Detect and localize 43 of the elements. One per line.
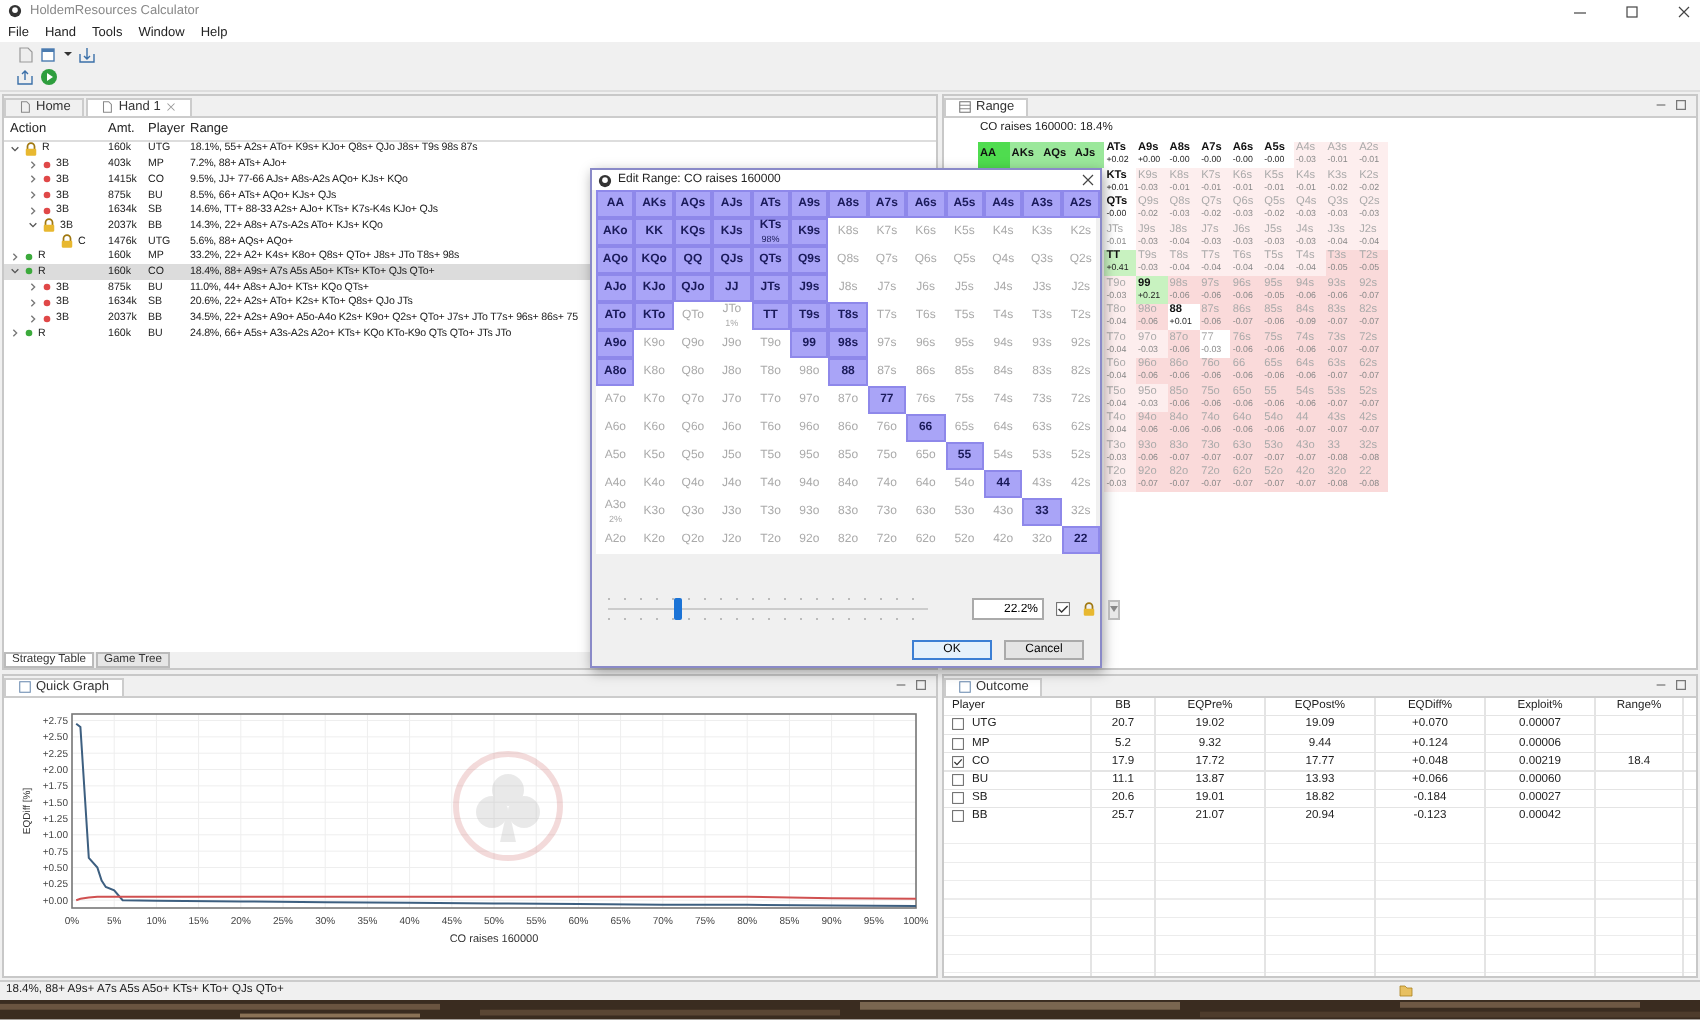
checkbox[interactable] bbox=[952, 755, 964, 768]
folder-icon[interactable] bbox=[1398, 982, 1414, 999]
checkbox[interactable] bbox=[952, 718, 964, 731]
maximize-icon[interactable] bbox=[1674, 678, 1688, 693]
dropdown-button[interactable] bbox=[1108, 599, 1120, 619]
window-icon[interactable] bbox=[40, 45, 58, 64]
club-logo-icon bbox=[453, 750, 563, 861]
chevron-right-icon[interactable] bbox=[28, 313, 38, 324]
page-icon bbox=[18, 100, 32, 115]
close-icon[interactable] bbox=[1676, 3, 1692, 20]
chevron-right-icon[interactable] bbox=[28, 282, 38, 293]
maximize-icon[interactable] bbox=[1674, 98, 1688, 113]
chevron-right-icon[interactable] bbox=[28, 205, 38, 216]
caret-icon bbox=[1110, 606, 1118, 612]
slider-thumb[interactable] bbox=[674, 598, 683, 620]
checkbox[interactable] bbox=[952, 737, 964, 750]
checkbox[interactable] bbox=[952, 810, 964, 823]
chevron-right-icon[interactable] bbox=[28, 297, 38, 308]
checkbox[interactable] bbox=[952, 792, 964, 805]
chevron-right-icon[interactable] bbox=[10, 251, 20, 262]
lock-icon bbox=[60, 234, 74, 249]
lock-icon bbox=[1082, 602, 1096, 616]
table-icon bbox=[958, 680, 972, 695]
checkbox[interactable] bbox=[952, 773, 964, 786]
grid-icon bbox=[958, 100, 972, 115]
chevron-down-icon[interactable] bbox=[28, 220, 38, 231]
tray-icon[interactable] bbox=[78, 45, 96, 64]
chevron-down-icon[interactable] bbox=[10, 266, 20, 277]
close-icon[interactable] bbox=[1082, 174, 1094, 186]
lock-icon bbox=[42, 218, 56, 233]
page-icon bbox=[100, 100, 115, 115]
maximize-icon[interactable] bbox=[1624, 3, 1640, 20]
export-icon[interactable] bbox=[16, 67, 34, 86]
chevron-down-icon[interactable] bbox=[10, 143, 20, 154]
chevron-right-icon[interactable] bbox=[28, 190, 38, 201]
lock-icon bbox=[24, 141, 38, 156]
chevron-right-icon[interactable] bbox=[10, 328, 20, 339]
chevron-right-icon[interactable] bbox=[28, 159, 38, 170]
play-icon[interactable] bbox=[40, 67, 58, 86]
chevron-right-icon[interactable] bbox=[28, 174, 38, 185]
maximize-icon[interactable] bbox=[914, 678, 928, 693]
checkbox[interactable] bbox=[1056, 602, 1070, 616]
chart-icon bbox=[18, 680, 32, 695]
